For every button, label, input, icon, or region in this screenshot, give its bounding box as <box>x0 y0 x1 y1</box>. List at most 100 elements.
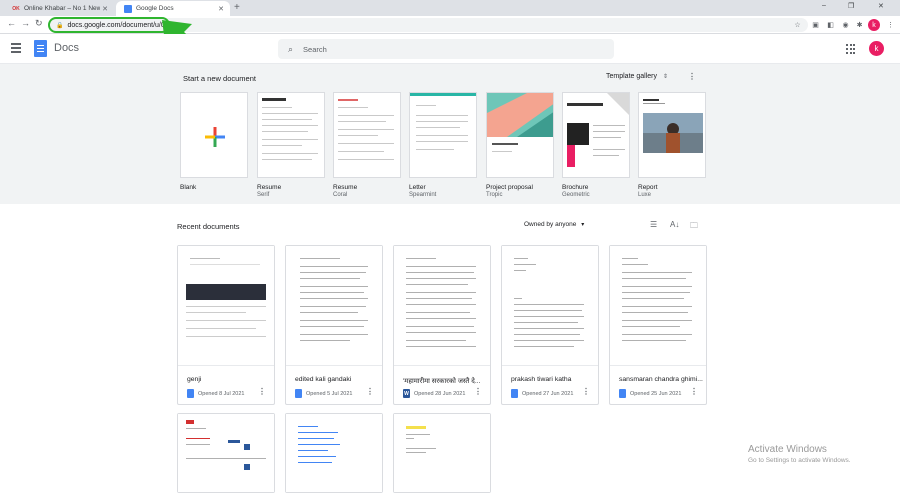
template-subtitle: Geometric <box>562 192 590 198</box>
account-avatar[interactable]: k <box>869 41 884 56</box>
browser-profile-avatar[interactable]: k <box>868 19 880 31</box>
url-text: docs.google.com/document/u/0/ <box>67 21 167 29</box>
template-name: Letter <box>409 184 426 191</box>
browser-tab-strip: OK Online Khabar – No 1 News Portal ✕ Go… <box>0 0 900 16</box>
lock-icon: 🔒 <box>56 22 64 29</box>
doc-name: edited kali gandaki <box>295 376 352 383</box>
doc-more-icon[interactable]: ⋮ <box>258 387 266 396</box>
doc-meta: W Opened 28 Jun 2021 <box>403 389 465 398</box>
doc-opened-date: Opened 25 Jun 2021 <box>630 390 682 397</box>
extensions-puzzle-icon[interactable]: ✱ <box>855 20 864 29</box>
dropdown-arrow-icon: ▾ <box>581 222 585 228</box>
doc-preview <box>286 246 382 366</box>
doc-preview <box>178 246 274 366</box>
doc-card[interactable]: 'महामारीमा सरकारको जस्तै दे... W Opened 2… <box>393 245 491 405</box>
word-file-icon: W <box>403 389 410 398</box>
template-subtitle: Tropic <box>486 192 503 198</box>
doc-opened-date: Opened 8 Jul 2021 <box>198 390 245 397</box>
app-title[interactable]: Docs <box>54 42 79 54</box>
template-section-title: Start a new document <box>183 74 256 83</box>
address-bar[interactable]: 🔒 docs.google.com/document/u/0/ <box>48 17 170 33</box>
tab-close-icon[interactable]: ✕ <box>102 5 108 13</box>
template-subtitle: Serif <box>257 192 270 198</box>
docs-file-icon <box>619 389 626 398</box>
browser-menu-icon[interactable]: ⋮ <box>886 20 895 29</box>
tab-title: Google Docs <box>136 5 174 12</box>
back-icon[interactable]: ← <box>7 18 16 28</box>
sort-az-icon[interactable]: A↓ <box>670 220 679 229</box>
doc-card[interactable]: sansmaran chandra ghimi... Opened 25 Jun… <box>609 245 707 405</box>
doc-preview <box>394 246 490 366</box>
bookmark-star-icon[interactable]: ☆ <box>793 20 802 29</box>
owner-filter-dropdown[interactable]: Owned by anyone ▾ <box>524 221 584 228</box>
doc-meta: Opened 8 Jul 2021 <box>187 389 244 398</box>
docs-favicon-icon <box>124 4 132 13</box>
template-name: Report <box>638 184 658 191</box>
template-resume-serif[interactable]: Resume Serif <box>257 92 325 198</box>
extension-icon[interactable]: ▣ <box>811 20 820 29</box>
template-blank[interactable]: Blank <box>180 92 248 192</box>
docs-logo-icon[interactable] <box>34 40 47 57</box>
template-thumbnail <box>562 92 630 178</box>
search-placeholder: Search <box>303 44 327 54</box>
extension-icon[interactable]: ◉ <box>841 20 850 29</box>
forward-icon[interactable]: → <box>21 18 30 28</box>
watermark-title: Activate Windows <box>748 444 827 455</box>
new-tab-icon[interactable]: + <box>234 2 240 13</box>
template-resume-coral[interactable]: Resume Coral <box>333 92 401 198</box>
tab-title: Online Khabar – No 1 News Portal <box>24 5 100 12</box>
google-apps-icon[interactable] <box>846 44 856 54</box>
doc-preview <box>394 414 490 492</box>
doc-more-icon[interactable]: ⋮ <box>690 387 698 396</box>
doc-name: genji <box>187 376 202 383</box>
doc-card[interactable] <box>393 413 491 493</box>
docs-file-icon <box>511 389 518 398</box>
doc-opened-date: Opened 28 Jun 2021 <box>414 390 466 397</box>
doc-opened-date: Opened 5 Jul 2021 <box>306 390 353 397</box>
template-gallery-button[interactable]: Template gallery ⇕ <box>606 73 668 80</box>
window-close-icon[interactable]: ✕ <box>878 2 884 10</box>
doc-card[interactable]: prakash tiwari katha Opened 27 Jun 2021 … <box>501 245 599 405</box>
template-subtitle: Coral <box>333 192 348 198</box>
owner-filter-label: Owned by anyone <box>524 221 577 228</box>
template-thumbnail <box>486 92 554 178</box>
template-more-icon[interactable]: ⋮ <box>688 72 696 81</box>
reload-icon[interactable]: ↻ <box>35 18 43 29</box>
minimize-icon[interactable]: – <box>822 2 826 9</box>
docs-file-icon <box>187 389 194 398</box>
doc-name: 'महामारीमा सरकारको जस्तै दे... <box>403 378 481 385</box>
template-project-proposal-tropic[interactable]: Project proposal Tropic <box>486 92 554 198</box>
doc-card[interactable] <box>285 413 383 493</box>
doc-more-icon[interactable]: ⋮ <box>474 387 482 396</box>
template-report-luxe[interactable]: Report Luxe <box>638 92 706 198</box>
tab-close-icon[interactable]: ✕ <box>218 5 224 13</box>
extension-icon[interactable]: ◧ <box>826 20 835 29</box>
doc-meta: Opened 27 Jun 2021 <box>511 389 573 398</box>
docs-file-icon <box>295 389 302 398</box>
doc-card[interactable]: genji Opened 8 Jul 2021 ⋮ <box>177 245 275 405</box>
doc-card[interactable] <box>177 413 275 493</box>
tab-online-khabar[interactable]: OK Online Khabar – No 1 News Portal ✕ <box>4 1 114 16</box>
template-name: Project proposal <box>486 184 533 191</box>
template-subtitle: Spearmint <box>409 192 437 198</box>
doc-name: prakash tiwari katha <box>511 376 572 383</box>
restore-icon[interactable]: ❐ <box>848 2 854 10</box>
tab-google-docs[interactable]: Google Docs ✕ <box>116 1 230 16</box>
list-view-icon[interactable]: ☰ <box>650 220 657 229</box>
report-artwork-icon <box>643 99 703 153</box>
doc-card[interactable]: edited kali gandaki Opened 5 Jul 2021 ⋮ <box>285 245 383 405</box>
template-brochure-geometric[interactable]: Brochure Geometric <box>562 92 630 198</box>
template-thumbnail <box>180 92 248 178</box>
watermark-subtitle: Go to Settings to activate Windows. <box>748 457 851 464</box>
unfold-icon: ⇕ <box>662 74 668 80</box>
search-input[interactable]: ⌕ Search <box>278 39 614 59</box>
doc-opened-date: Opened 27 Jun 2021 <box>522 390 574 397</box>
folder-picker-icon[interactable]: 🗀 <box>690 220 698 234</box>
template-letter-spearmint[interactable]: Letter Spearmint <box>409 92 477 198</box>
doc-more-icon[interactable]: ⋮ <box>366 387 374 396</box>
doc-meta: Opened 25 Jun 2021 <box>619 389 681 398</box>
main-menu-icon[interactable] <box>11 43 21 55</box>
doc-meta: Opened 5 Jul 2021 <box>295 389 352 398</box>
doc-more-icon[interactable]: ⋮ <box>582 387 590 396</box>
template-gallery-label: Template gallery <box>606 73 657 80</box>
